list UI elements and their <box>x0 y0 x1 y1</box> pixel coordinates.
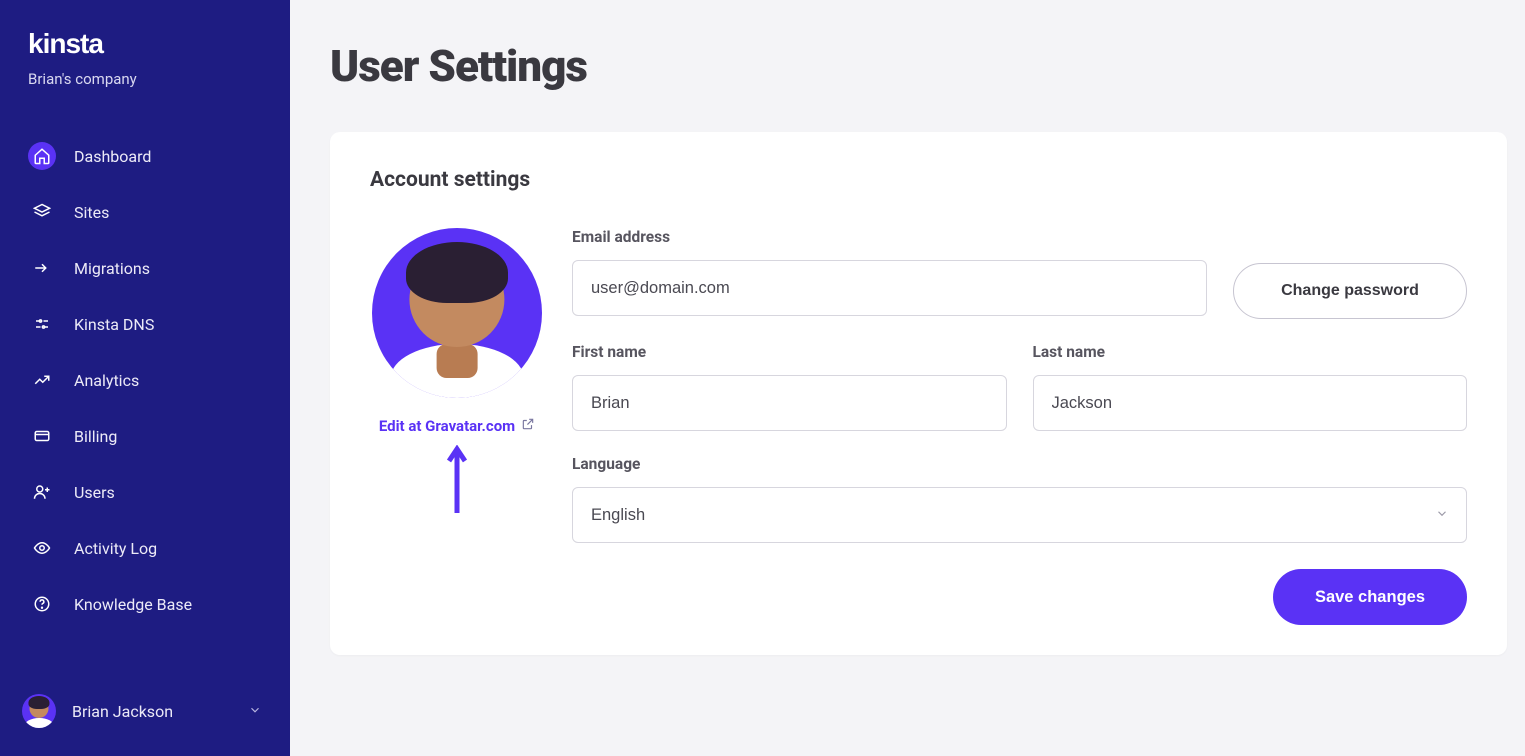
last-name-label: Last name <box>1033 343 1468 361</box>
change-password-button[interactable]: Change password <box>1233 263 1467 319</box>
first-name-group: First name <box>572 343 1007 431</box>
language-select[interactable] <box>572 487 1467 543</box>
sidebar-item-label: Users <box>74 483 115 502</box>
account-settings-card: Account settings Edit at Gravatar.com <box>330 132 1507 655</box>
email-field[interactable] <box>572 260 1207 316</box>
migrate-icon <box>28 254 56 282</box>
email-group: Email address <box>572 228 1207 319</box>
billing-icon <box>28 422 56 450</box>
main-content: User Settings Account settings Edit at G… <box>290 0 1525 756</box>
sidebar-item-migrations[interactable]: Migrations <box>0 240 290 296</box>
help-icon <box>28 590 56 618</box>
annotation-arrow <box>454 445 460 515</box>
sidebar-item-billing[interactable]: Billing <box>0 408 290 464</box>
sidebar-item-label: Sites <box>74 203 109 222</box>
last-name-group: Last name <box>1033 343 1468 431</box>
sidebar-item-label: Activity Log <box>74 539 157 558</box>
company-name: Brian's company <box>0 70 290 128</box>
sidebar-item-activity[interactable]: Activity Log <box>0 520 290 576</box>
dns-icon <box>28 310 56 338</box>
sidebar-item-label: Migrations <box>74 259 150 278</box>
sidebar-nav: Dashboard Sites Migrations Kinsta DNS An… <box>0 128 290 632</box>
last-name-field[interactable] <box>1033 375 1468 431</box>
sidebar-item-label: Knowledge Base <box>74 595 192 614</box>
layers-icon <box>28 198 56 226</box>
language-label: Language <box>572 455 1467 473</box>
avatar-column: Edit at Gravatar.com <box>370 228 544 515</box>
sidebar-item-kb[interactable]: Knowledge Base <box>0 576 290 632</box>
home-icon <box>28 142 56 170</box>
save-changes-button[interactable]: Save changes <box>1273 569 1467 625</box>
language-group: Language <box>572 455 1467 543</box>
sidebar-item-dashboard[interactable]: Dashboard <box>0 128 290 184</box>
sidebar-user-menu[interactable]: Brian Jackson <box>0 678 290 756</box>
sidebar-item-dns[interactable]: Kinsta DNS <box>0 296 290 352</box>
sidebar-item-users[interactable]: Users <box>0 464 290 520</box>
brand-logo: kinsta <box>0 28 290 70</box>
first-name-label: First name <box>572 343 1007 361</box>
password-button-col: Change password <box>1233 228 1467 319</box>
analytics-icon <box>28 366 56 394</box>
eye-icon <box>28 534 56 562</box>
gravatar-link-text: Edit at Gravatar.com <box>379 417 515 435</box>
sidebar-item-label: Billing <box>74 427 117 446</box>
sidebar-item-label: Kinsta DNS <box>74 315 154 334</box>
email-label: Email address <box>572 228 1207 246</box>
first-name-field[interactable] <box>572 375 1007 431</box>
edit-gravatar-link[interactable]: Edit at Gravatar.com <box>379 417 535 435</box>
chevron-down-icon <box>248 702 262 721</box>
external-link-icon <box>521 417 535 435</box>
form-column: Email address Change password First name… <box>572 228 1467 625</box>
sidebar: kinsta Brian's company Dashboard Sites M… <box>0 0 290 756</box>
sidebar-item-analytics[interactable]: Analytics <box>0 352 290 408</box>
sidebar-item-label: Analytics <box>74 371 139 390</box>
avatar-large <box>372 228 542 398</box>
page-title: User Settings <box>330 40 1507 92</box>
avatar-small <box>22 694 56 728</box>
sidebar-item-sites[interactable]: Sites <box>0 184 290 240</box>
section-title: Account settings <box>370 168 1467 192</box>
users-icon <box>28 478 56 506</box>
sidebar-user-name: Brian Jackson <box>72 702 248 721</box>
sidebar-item-label: Dashboard <box>74 147 151 166</box>
